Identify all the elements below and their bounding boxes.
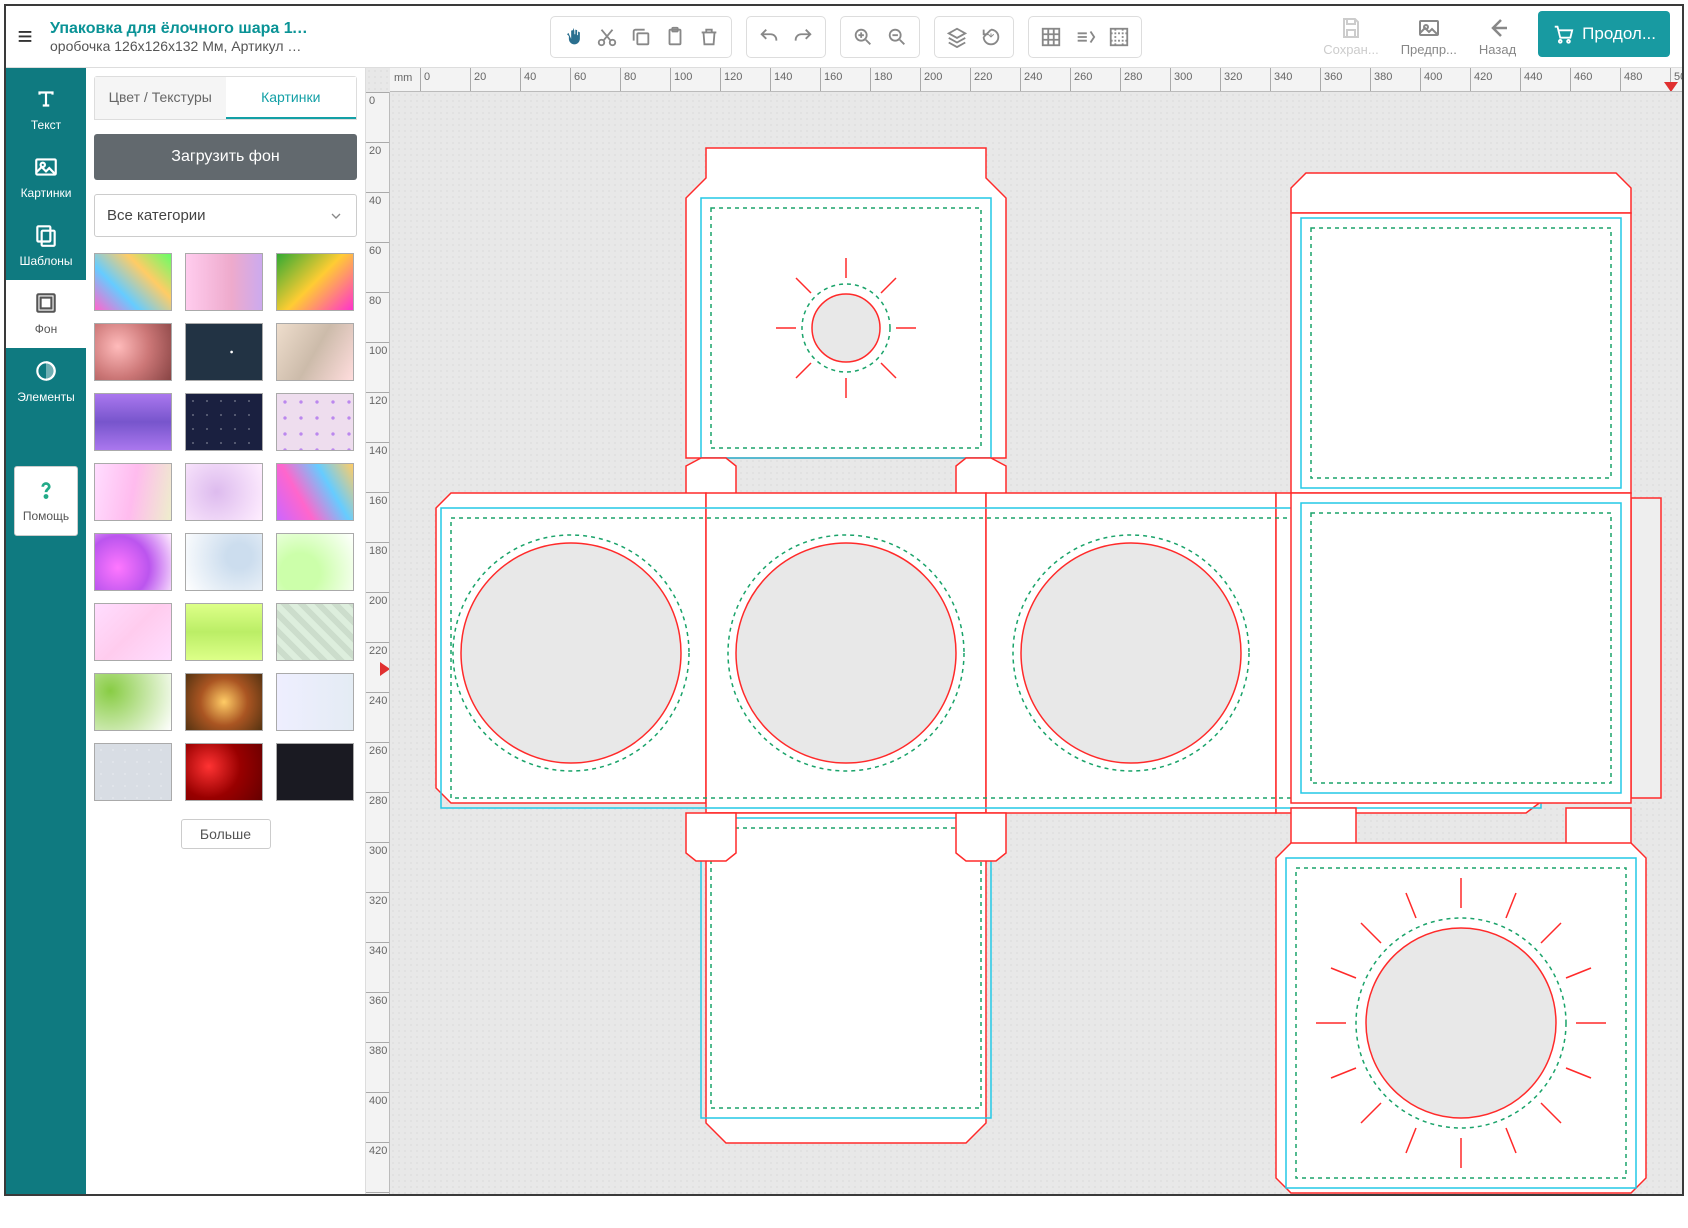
bg-thumb[interactable] (94, 673, 172, 731)
continue-label: Продол... (1582, 24, 1656, 44)
bg-thumb[interactable] (276, 323, 354, 381)
bg-thumb[interactable] (185, 393, 263, 451)
redo-tool[interactable] (787, 21, 819, 53)
bg-thumb[interactable] (276, 673, 354, 731)
guides-tool[interactable] (1103, 21, 1135, 53)
rail-templates[interactable]: Шаблоны (6, 212, 86, 280)
rail-images[interactable]: Картинки (6, 144, 86, 212)
preview-action[interactable]: Предпр... (1401, 16, 1457, 57)
ruler-vertical: 0204060801001201401601802002202402602803… (366, 92, 390, 1194)
upload-background-button[interactable]: Загрузить фон (94, 134, 357, 180)
grid-tool[interactable] (1035, 21, 1067, 53)
rail-help[interactable]: Помощь (14, 466, 78, 536)
bg-thumb[interactable] (276, 603, 354, 661)
save-action[interactable]: Сохран... (1323, 16, 1378, 57)
bg-thumb[interactable] (185, 603, 263, 661)
preview-label: Предпр... (1401, 42, 1457, 57)
panel-tabs: Цвет / Текстуры Картинки (94, 76, 357, 120)
ruler-horizontal: mm 0204060801001201401601802002202402602… (390, 68, 1682, 92)
bg-thumb[interactable] (185, 673, 263, 731)
save-label: Сохран... (1323, 42, 1378, 57)
menu-icon[interactable]: ≡ (6, 21, 44, 52)
bg-thumb[interactable] (94, 393, 172, 451)
title-block: Упаковка для ёлочного шара 11... оробочк… (50, 20, 310, 54)
bg-thumb[interactable] (185, 533, 263, 591)
bg-thumb[interactable] (276, 393, 354, 451)
rail-background[interactable]: Фон (6, 280, 86, 348)
ruler-marker (380, 662, 390, 676)
bg-thumb[interactable] (94, 463, 172, 521)
tab-images[interactable]: Картинки (226, 77, 357, 119)
continue-button[interactable]: Продол... (1538, 11, 1670, 57)
bg-thumb[interactable] (276, 463, 354, 521)
bg-thumb[interactable] (185, 323, 263, 381)
zoom-out-tool[interactable] (881, 21, 913, 53)
bg-thumb[interactable] (94, 603, 172, 661)
bg-thumb[interactable] (276, 253, 354, 311)
side-panel: Цвет / Текстуры Картинки Загрузить фон В… (86, 68, 366, 1194)
zoom-in-tool[interactable] (847, 21, 879, 53)
bg-thumb[interactable] (94, 323, 172, 381)
bg-thumb[interactable] (94, 253, 172, 311)
thumbnail-grid (94, 253, 357, 801)
back-label: Назад (1479, 42, 1516, 57)
dieline-design (406, 108, 1666, 1228)
top-bar: ≡ Упаковка для ёлочного шара 11... оробо… (6, 6, 1682, 68)
left-rail: Текст Картинки Шаблоны Фон Элементы Помо… (6, 68, 86, 1194)
toolbar (550, 16, 1142, 58)
undo-tool[interactable] (753, 21, 785, 53)
tab-colors[interactable]: Цвет / Текстуры (95, 77, 226, 119)
bg-thumb[interactable] (94, 533, 172, 591)
delete-tool[interactable] (693, 21, 725, 53)
category-select[interactable]: Все категории (94, 194, 357, 237)
chevron-down-icon (328, 208, 344, 224)
reset-tool[interactable] (975, 21, 1007, 53)
back-action[interactable]: Назад (1479, 16, 1516, 57)
snap-tool[interactable] (1069, 21, 1101, 53)
paste-tool[interactable] (659, 21, 691, 53)
ruler-marker-right (1664, 82, 1678, 92)
rail-elements[interactable]: Элементы (6, 348, 86, 416)
cut-tool[interactable] (591, 21, 623, 53)
pan-tool[interactable] (557, 21, 589, 53)
layers-tool[interactable] (941, 21, 973, 53)
bg-thumb[interactable] (276, 533, 354, 591)
bg-thumb[interactable] (185, 253, 263, 311)
bg-thumb[interactable] (185, 743, 263, 801)
project-subtitle: оробочка 126x126x132 Мм, Артикул B-1... (50, 38, 310, 54)
canvas-area[interactable]: mm 0204060801001201401601802002202402602… (366, 68, 1682, 1194)
category-value: Все категории (107, 207, 206, 224)
bg-thumb[interactable] (276, 743, 354, 801)
bg-thumb[interactable] (94, 743, 172, 801)
copy-tool[interactable] (625, 21, 657, 53)
more-button[interactable]: Больше (181, 819, 271, 849)
project-title: Упаковка для ёлочного шара 11... (50, 20, 310, 38)
rail-text[interactable]: Текст (6, 76, 86, 144)
bg-thumb[interactable] (185, 463, 263, 521)
